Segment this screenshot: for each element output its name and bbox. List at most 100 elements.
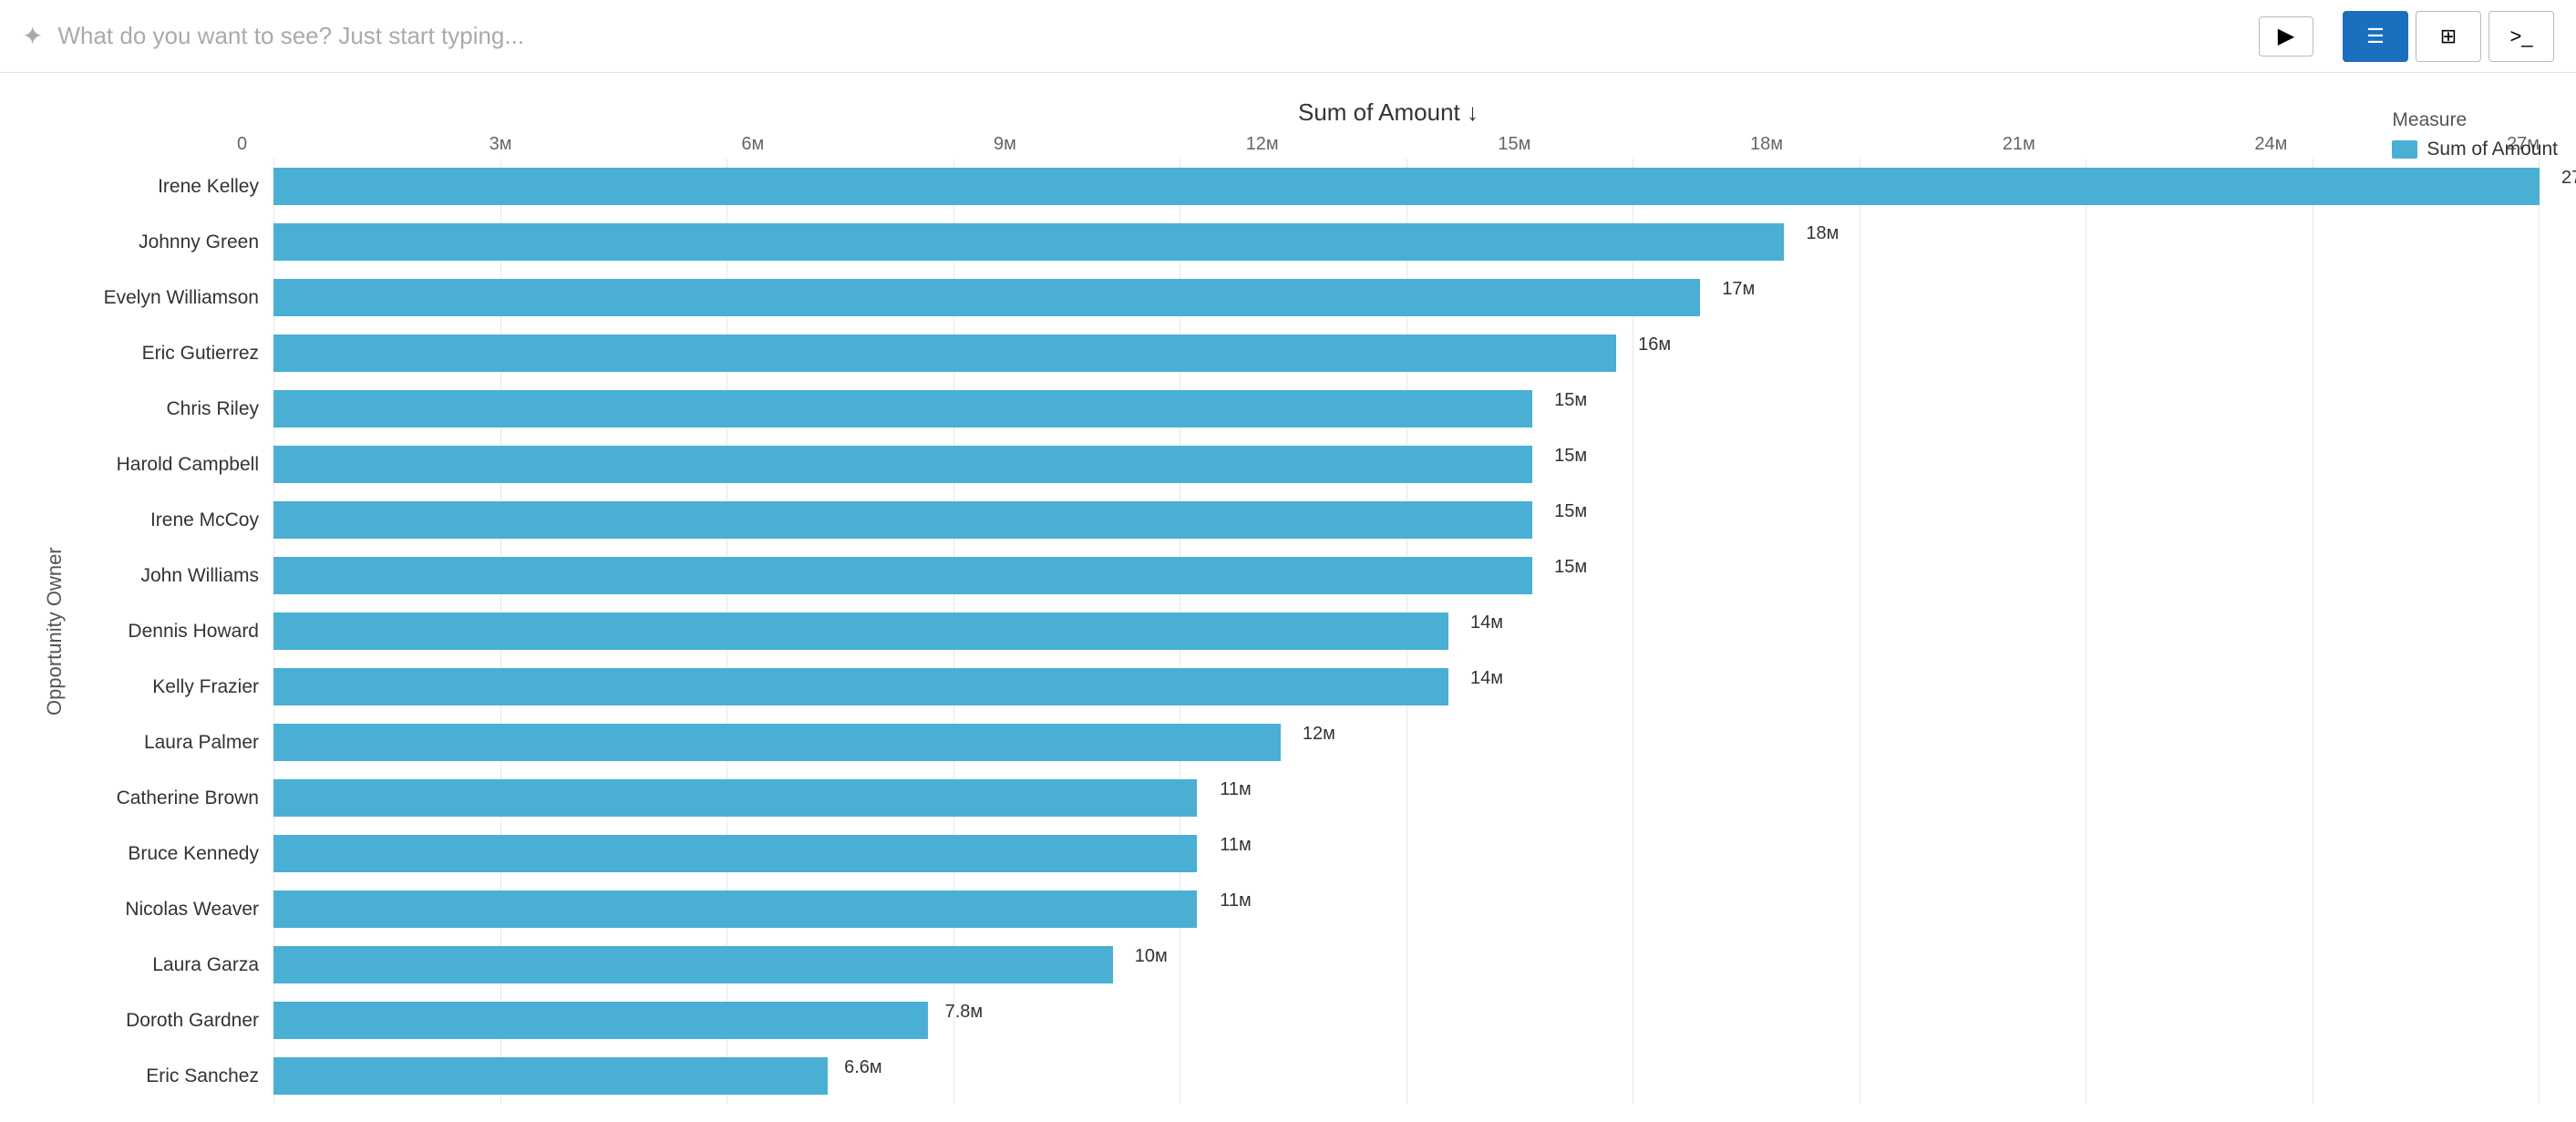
bar-value-label: 11м [1220,890,1252,911]
bar-fill: 27м [273,168,2540,205]
bar-label: Evelyn Williamson [73,287,273,309]
bar-label: Irene McCoy [73,510,273,531]
play-button[interactable]: ▶ [2259,16,2313,57]
table-view-button[interactable]: ⊞ [2416,11,2481,62]
bar-track: 15м [273,557,2540,594]
table-icon: ⊞ [2440,25,2457,48]
x-tick: 6м [741,134,994,155]
chart-title: Sum of Amount ↓ [36,98,2540,127]
bar-label: Laura Garza [73,954,273,976]
bar-fill: 11м [273,890,1197,928]
chart-container: Measure Sum of Amount Sum of Amount ↓ 03… [0,73,2576,1122]
x-tick: 12м [1246,134,1499,155]
bar-fill: 16м [273,335,1616,372]
bar-value-label: 27м [2561,168,2576,189]
bar-track: 15м [273,446,2540,483]
bar-fill: 12м [273,724,1281,761]
bar-track: 11м [273,835,2540,872]
bar-row: Laura Garza10м [73,937,2540,993]
bar-fill: 15м [273,501,1532,539]
bar-label: Chris Riley [73,398,273,420]
bar-fill: 11м [273,779,1197,817]
bar-label: John Williams [73,565,273,587]
bar-track: 14м [273,668,2540,705]
bar-label: Doroth Gardner [73,1010,273,1032]
bar-label: Harold Campbell [73,454,273,476]
bar-track: 27м [273,168,2540,205]
bar-value-label: 6.6м [844,1057,882,1078]
bar-track: 6.6м [273,1057,2540,1095]
bar-value-label: 7.8м [945,1002,984,1023]
chart-icon: ☰ [2366,25,2385,48]
bar-fill: 6.6м [273,1057,828,1095]
x-tick: 15м [1498,134,1750,155]
bar-row: Harold Campbell15м [73,437,2540,492]
bar-value-label: 14м [1470,612,1503,633]
bar-fill: 10м [273,946,1113,983]
bar-value-label: 14м [1470,668,1503,689]
bar-value-label: 15м [1554,446,1587,467]
x-tick: 3м [489,134,742,155]
bar-label: Eric Sanchez [73,1065,273,1087]
legend-item: Sum of Amount [2392,139,2558,160]
bar-track: 18м [273,223,2540,261]
play-icon: ▶ [2278,23,2294,49]
bar-track: 12м [273,724,2540,761]
bar-row: Catherine Brown11м [73,770,2540,826]
y-axis-label: Opportunity Owner [36,159,73,1104]
search-input[interactable] [57,22,2244,50]
bar-label: Bruce Kennedy [73,843,273,865]
bar-value-label: 10м [1135,946,1168,967]
terminal-icon: >_ [2509,25,2532,48]
bar-track: 14м [273,612,2540,650]
view-toggle-group: ☰ ⊞ >_ [2343,11,2554,62]
chart-view-button[interactable]: ☰ [2343,11,2408,62]
bar-row: Eric Sanchez6.6м [73,1048,2540,1104]
bar-label: Irene Kelley [73,176,273,198]
bar-track: 10м [273,946,2540,983]
bar-row: Bruce Kennedy11м [73,826,2540,881]
bar-row: Johnny Green18м [73,214,2540,270]
legend-label: Sum of Amount [2427,139,2558,160]
chart-main: Opportunity Owner Irene Kelley27мJohnny … [36,159,2540,1104]
bar-label: Eric Gutierrez [73,343,273,365]
bar-track: 11м [273,779,2540,817]
bar-value-label: 15м [1554,557,1587,578]
bar-row: Irene McCoy15м [73,492,2540,548]
bar-label: Kelly Frazier [73,676,273,698]
bar-fill: 11м [273,835,1197,872]
bar-row: Irene Kelley27м [73,159,2540,214]
bar-track: 11м [273,890,2540,928]
bar-value-label: 16м [1638,335,1671,355]
legend-color-swatch [2392,140,2417,159]
bars-area: Irene Kelley27мJohnny Green18мEvelyn Wil… [73,159,2540,1104]
bar-row: Kelly Frazier 14м [73,659,2540,715]
legend: Measure Sum of Amount [2392,109,2558,160]
bar-fill: 14м [273,612,1448,650]
x-tick: 18м [1750,134,2003,155]
bar-row: John Williams15м [73,548,2540,603]
bar-value-label: 15м [1554,390,1587,411]
star-icon: ✦ [22,21,43,51]
bar-value-label: 11м [1220,779,1252,800]
bar-label: Catherine Brown [73,787,273,809]
bar-row: Doroth Gardner 7.8м [73,993,2540,1048]
bar-row: Chris Riley15м [73,381,2540,437]
bar-value-label: 17м [1722,279,1755,300]
x-tick: 21м [2003,134,2255,155]
bar-label: Dennis Howard [73,621,273,643]
legend-title: Measure [2392,109,2558,131]
bar-row: Nicolas Weaver11м [73,881,2540,937]
chart-content: Irene Kelley27мJohnny Green18мEvelyn Wil… [73,159,2540,1104]
x-tick: 9м [994,134,1246,155]
bar-row: Eric Gutierrez16м [73,325,2540,381]
bar-fill: 15м [273,390,1532,427]
bar-fill: 17м [273,279,1700,316]
bar-fill: 15м [273,557,1532,594]
terminal-view-button[interactable]: >_ [2488,11,2554,62]
bar-row: Evelyn Williamson17м [73,270,2540,325]
bar-fill: 15м [273,446,1532,483]
header: ✦ ▶ ☰ ⊞ >_ [0,0,2576,73]
bar-fill: 18м [273,223,1784,261]
x-axis-ticks: 03м6м9м12м15м18м21м24м27м [36,134,2540,155]
